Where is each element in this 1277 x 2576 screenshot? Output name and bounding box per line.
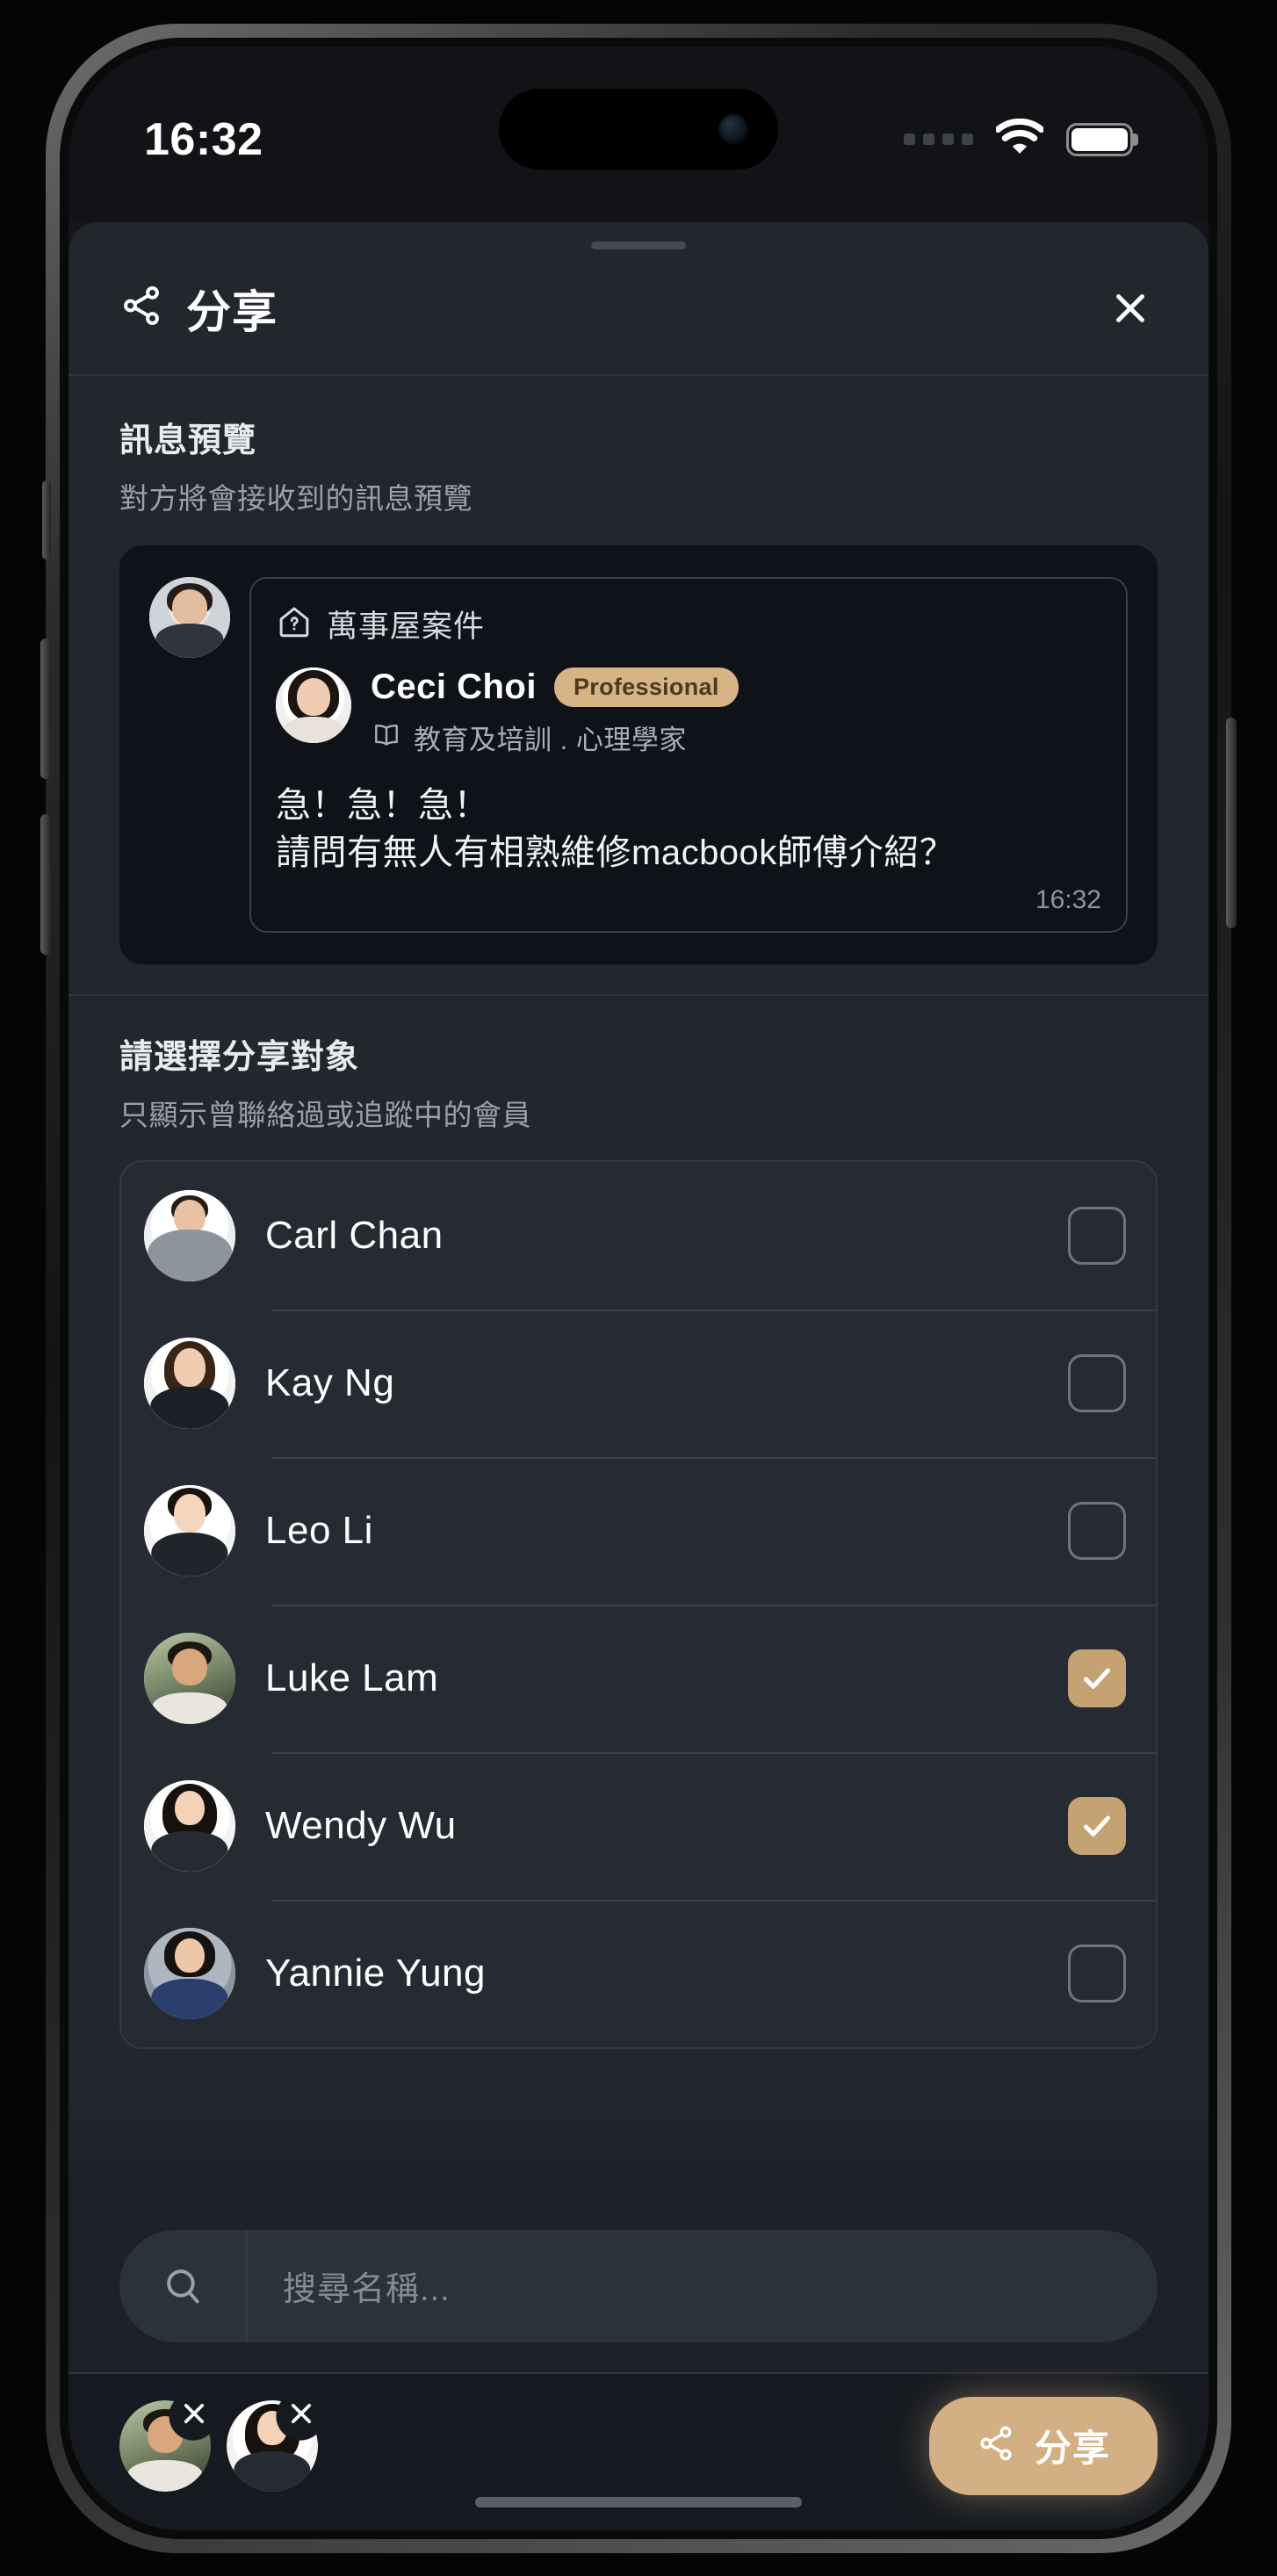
phone-bezel: 16:32 分享 訊息預覽 對方將會接收到的訊息預覽 萬事屋案件 Ceci Ch… xyxy=(60,37,1217,2539)
preview-subtitle: 對方將會接收到的訊息預覽 xyxy=(119,481,473,515)
share-sheet: 分享 訊息預覽 對方將會接收到的訊息預覽 萬事屋案件 Ceci Choi Pro… xyxy=(69,221,1208,2530)
sheet-drag-handle[interactable] xyxy=(591,241,686,249)
message-line: 請問有無人有相熟維修macbook師傅介紹？ xyxy=(276,833,956,872)
volume-down-button[interactable] xyxy=(40,813,51,955)
list-fade-overlay xyxy=(69,2101,1208,2207)
screenshot-stage: 16:32 分享 訊息預覽 對方將會接收到的訊息預覽 萬事屋案件 Ceci Ch… xyxy=(0,0,1277,2576)
volume-up-button[interactable] xyxy=(40,638,51,779)
share-icon xyxy=(119,284,163,332)
status-badge: Professional xyxy=(553,667,739,707)
avatar xyxy=(144,1927,235,2019)
list-item[interactable]: Wendy Wu xyxy=(121,1751,1156,1900)
sheet-title: 分享 xyxy=(186,286,278,337)
avatar xyxy=(149,576,230,658)
list-item[interactable]: Carl Chan xyxy=(121,1162,1156,1310)
case-label-row: 萬事屋案件 xyxy=(276,602,1101,646)
preview-person-category-label: 教育及培訓 . 心理學家 xyxy=(414,724,687,755)
message-preview-card: 萬事屋案件 Ceci Choi Professional 教育及培訓 . 心理學… xyxy=(119,545,1158,964)
list-item[interactable]: Yannie Yung xyxy=(121,1899,1156,2047)
message-timestamp: 16:32 xyxy=(1035,884,1101,914)
close-button[interactable] xyxy=(1103,281,1158,336)
picker-title: 請選擇分享對象 xyxy=(119,1038,360,1076)
contact-checkbox[interactable] xyxy=(1068,1353,1126,1412)
search-icon xyxy=(119,2229,248,2342)
preview-person: Ceci Choi Professional 教育及培訓 . 心理學家 xyxy=(276,667,1101,757)
share-button-label: 分享 xyxy=(1034,2428,1110,2469)
contact-checkbox[interactable] xyxy=(1068,1796,1126,1855)
avatar xyxy=(276,667,351,743)
remove-recipient-button[interactable] xyxy=(174,2393,214,2434)
message-body: 急！急！急！ 請問有無人有相熟維修macbook師傅介紹？ xyxy=(276,782,1101,877)
share-icon xyxy=(977,2424,1015,2467)
list-item[interactable]: Kay Ng xyxy=(121,1309,1156,1457)
power-button[interactable] xyxy=(1226,717,1237,928)
book-icon xyxy=(371,719,402,755)
contact-checkbox[interactable] xyxy=(1068,1501,1126,1560)
avatar xyxy=(144,1189,235,1281)
list-item[interactable]: Leo Li xyxy=(121,1456,1156,1605)
close-icon xyxy=(291,2403,312,2423)
contact-list: Carl Chan Kay Ng Leo Li Luke Lam Wendy W… xyxy=(119,1159,1158,2049)
contact-name: Kay Ng xyxy=(265,1360,395,1404)
picker-subtitle: 只顯示曾聯絡過或追蹤中的會員 xyxy=(119,1098,531,1131)
preview-person-info: Ceci Choi Professional 教育及培訓 . 心理學家 xyxy=(371,667,739,757)
share-button[interactable]: 分享 xyxy=(928,2396,1158,2495)
contact-checkbox[interactable] xyxy=(1068,1944,1126,2002)
avatar xyxy=(144,1779,235,1872)
message-bubble: 萬事屋案件 Ceci Choi Professional 教育及培訓 . 心理學… xyxy=(249,576,1128,933)
remove-recipient-button[interactable] xyxy=(281,2393,321,2434)
search-placeholder: 搜尋名稱... xyxy=(283,2271,451,2308)
contact-name: Yannie Yung xyxy=(265,1951,487,1995)
contact-checkbox[interactable] xyxy=(1068,1649,1126,1707)
contact-name: Carl Chan xyxy=(265,1213,444,1257)
search-section: 搜尋名稱... xyxy=(69,2206,1208,2372)
list-item[interactable]: Luke Lam xyxy=(121,1604,1156,1752)
avatar xyxy=(144,1337,235,1429)
phone-frame: 16:32 分享 訊息預覽 對方將會接收到的訊息預覽 萬事屋案件 Ceci Ch… xyxy=(40,23,1237,2553)
status-bar-time: 16:32 xyxy=(144,113,263,165)
contact-checkbox[interactable] xyxy=(1068,1206,1126,1265)
avatar xyxy=(144,1484,235,1577)
preview-title: 訊息預覽 xyxy=(119,422,257,459)
close-icon xyxy=(1116,293,1144,322)
wifi-icon xyxy=(994,118,1045,160)
battery-full-icon xyxy=(1066,122,1133,156)
contact-name: Luke Lam xyxy=(265,1656,439,1699)
message-preview-section: 訊息預覽 對方將會接收到的訊息預覽 萬事屋案件 Ceci Choi Profes… xyxy=(69,376,1208,996)
message-line: 急！急！急！ xyxy=(276,785,489,825)
sheet-header: 分享 xyxy=(69,249,1208,376)
preview-person-name-line: Ceci Choi Professional xyxy=(371,667,739,707)
preview-person-name: Ceci Choi xyxy=(371,667,537,706)
recipient-picker-section: 請選擇分享對象 只顯示曾聯絡過或追蹤中的會員 Carl Chan Kay Ng … xyxy=(69,996,1208,2207)
preview-person-category: 教育及培訓 . 心理學家 xyxy=(371,718,739,757)
close-icon xyxy=(184,2403,205,2423)
status-bar-indicators xyxy=(904,118,1133,160)
search-input[interactable]: 搜尋名稱... xyxy=(119,2229,1158,2342)
dynamic-island xyxy=(499,88,778,170)
house-question-icon xyxy=(276,603,313,645)
case-label: 萬事屋案件 xyxy=(327,609,486,644)
selected-recipients xyxy=(119,2399,318,2492)
home-indicator[interactable] xyxy=(475,2496,802,2507)
signal-dots-icon xyxy=(904,133,973,145)
sheet-header-left: 分享 xyxy=(119,276,278,341)
selected-recipient-chip[interactable] xyxy=(227,2399,318,2492)
avatar xyxy=(144,1632,235,1724)
contact-name: Leo Li xyxy=(265,1508,373,1552)
front-camera-icon xyxy=(718,113,748,144)
mute-switch[interactable] xyxy=(42,480,51,559)
phone-screen: 16:32 分享 訊息預覽 對方將會接收到的訊息預覽 萬事屋案件 Ceci Ch… xyxy=(69,46,1208,2530)
selected-recipient-chip[interactable] xyxy=(119,2399,211,2492)
contact-name: Wendy Wu xyxy=(265,1803,457,1847)
